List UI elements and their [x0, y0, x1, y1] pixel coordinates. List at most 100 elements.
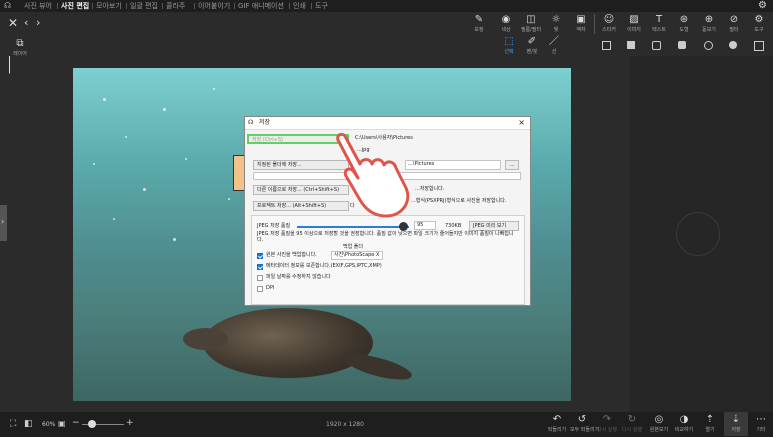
- close-icon[interactable]: ×: [518, 117, 525, 129]
- dial-icon[interactable]: [676, 212, 720, 256]
- tool-line[interactable]: ／ 선: [542, 34, 566, 58]
- tool-label: 필름/필터: [520, 27, 542, 33]
- chevron-left-icon[interactable]: ‹: [24, 16, 28, 29]
- tool-label: 빛: [553, 27, 559, 33]
- jpeg-quality-slider-thumb[interactable]: [399, 222, 408, 231]
- menu-item-batch[interactable]: 일괄 편집: [130, 1, 158, 11]
- zoom-slider-thumb[interactable]: [88, 420, 96, 428]
- tool-image[interactable]: ▨ 이미지: [622, 12, 646, 36]
- backup-checkbox[interactable]: [257, 253, 263, 259]
- tools-icon: ⚙: [754, 14, 764, 25]
- menu-item-collage[interactable]: 콜라주: [166, 1, 185, 11]
- jpeg-quality-label: JPEG 저장 품질: [257, 223, 291, 229]
- dpi-checkbox[interactable]: [257, 286, 263, 292]
- menu-item-combine[interactable]: 이어붙이기: [198, 1, 230, 11]
- tool-text[interactable]: T 텍스트: [647, 12, 671, 36]
- square-option-icon[interactable]: [754, 41, 764, 51]
- redo-button[interactable]: ↷ 다시 실행: [595, 412, 619, 436]
- tool-magnifier[interactable]: ⊕ 돋보기: [697, 12, 721, 36]
- redo-all-icon: ↻: [627, 414, 637, 425]
- tool-light[interactable]: ☼ 빛: [544, 12, 568, 36]
- menu-separator: [162, 3, 163, 9]
- tool-adjust[interactable]: ✎ 보정: [467, 12, 491, 36]
- image-size: 1920 x 1280: [326, 421, 364, 428]
- square-outline-icon[interactable]: [602, 41, 611, 50]
- backup-folder-select[interactable]: 사진\PhotoScape X: [331, 251, 383, 260]
- open-button[interactable]: ⇡ 열기: [698, 412, 722, 436]
- square-filled-icon[interactable]: [627, 41, 635, 49]
- tool-pen[interactable]: ✐ 펜/붓: [520, 34, 544, 58]
- rounded-square-outline-icon[interactable]: [652, 41, 661, 50]
- dpi-option-label: DPI: [266, 285, 275, 291]
- circle-filled-icon[interactable]: [729, 41, 737, 49]
- bubble: [228, 198, 230, 200]
- status-bar: ⛶ ◧ 60% ▣ − + 1920 x 1280 ↶ 되돌리기 ↺ 모두 되돌리기…: [0, 412, 773, 437]
- tool-label: 색상: [501, 27, 511, 33]
- action-label: 열기: [705, 427, 715, 433]
- tool-label: 보정: [474, 27, 484, 33]
- tool-label: 도형: [679, 27, 689, 33]
- jpeg-quality-input[interactable]: 95: [414, 221, 436, 230]
- circle-outline-icon[interactable]: [704, 41, 713, 50]
- line-icon: ／: [549, 36, 559, 47]
- dialog-title: 저장: [259, 119, 271, 126]
- redo-all-button[interactable]: ↻ 다시 실행: [620, 412, 644, 436]
- menu-item-editor[interactable]: 사진 편집: [61, 1, 89, 11]
- compare-button[interactable]: ◑ 비교하기: [672, 412, 696, 436]
- bubble: [125, 136, 127, 138]
- tool-film[interactable]: ◫ 필름/필터: [519, 12, 543, 36]
- menu-separator: [92, 3, 93, 9]
- tool-shape[interactable]: ⊛ 도형: [672, 12, 696, 36]
- left-panel-toggle[interactable]: ›: [0, 205, 7, 241]
- zoom-out-icon[interactable]: −: [72, 418, 80, 428]
- tool-frame[interactable]: ▣ 액자: [569, 12, 593, 36]
- sticker-icon: ☺: [603, 14, 615, 25]
- menu-item-viewer[interactable]: 사진 뷰어: [24, 1, 52, 11]
- menu-separator: [126, 3, 127, 9]
- keep-date-checkbox[interactable]: [257, 275, 263, 281]
- app-logo-icon: ☊: [248, 119, 254, 126]
- browse-folder-button[interactable]: ...: [505, 160, 519, 170]
- more-button[interactable]: ⋯ 기타: [749, 412, 773, 436]
- split-view-icon[interactable]: ◧: [24, 419, 33, 429]
- compare-icon: ◑: [679, 414, 689, 425]
- zoom-level[interactable]: 60%: [42, 421, 55, 428]
- bubble: [173, 238, 176, 241]
- close-icon[interactable]: ✕: [8, 16, 18, 30]
- bubble: [213, 88, 215, 90]
- zoom-in-icon[interactable]: +: [126, 418, 134, 428]
- save-action-button[interactable]: ⇣ 저장: [724, 412, 748, 436]
- save-icon: ⇣: [731, 414, 741, 425]
- jpeg-quality-slider[interactable]: [297, 226, 409, 228]
- backup-folder-label: 백업 폴더: [343, 244, 363, 250]
- menu-separator: [234, 3, 235, 9]
- sub-toolbar: ⧉ 레이어 ⬚ 선택 ✐ 펜/붓 ／ 선: [0, 34, 773, 58]
- bubble: [113, 218, 115, 220]
- color-icon: ◉: [501, 14, 511, 25]
- undo-button[interactable]: ↶ 되돌리기: [545, 412, 569, 436]
- undo-all-button[interactable]: ↺ 모두 되돌리기: [570, 412, 599, 436]
- metadata-checkbox[interactable]: [257, 264, 263, 270]
- fit-icon[interactable]: ⛶: [10, 419, 16, 429]
- frame-icon: ▣: [576, 14, 586, 25]
- menu-item-cut-out[interactable]: 모아보기: [96, 1, 122, 11]
- chevron-right-icon[interactable]: ›: [36, 16, 40, 29]
- tool-label: 선: [551, 49, 557, 55]
- menu-item-print[interactable]: 인쇄: [293, 1, 306, 11]
- sun-icon: ☼: [551, 14, 561, 25]
- shape-icon: ⊛: [679, 14, 689, 25]
- tool-label: 펜/붓: [526, 49, 538, 55]
- tool-color[interactable]: ◉ 색상: [494, 12, 518, 36]
- zoom-fit-icon[interactable]: ▣: [58, 419, 66, 428]
- tool-sticker[interactable]: ☺ 스티커: [597, 12, 621, 36]
- original-button[interactable]: ◎ 원본보기: [647, 412, 671, 436]
- tool-filter[interactable]: ⊘ 필터: [722, 12, 746, 36]
- action-label: 다시 실행: [622, 427, 642, 433]
- rounded-square-filled-icon[interactable]: [678, 41, 686, 49]
- tool-tools[interactable]: ⚙ 도구: [747, 12, 771, 36]
- menu-item-tools[interactable]: 도구: [315, 1, 328, 11]
- tool-select[interactable]: ⬚ 선택: [497, 34, 521, 58]
- settings-gear-icon[interactable]: ⚙: [758, 0, 767, 11]
- menu-item-gif[interactable]: GIF 애니메이션: [238, 1, 284, 11]
- jpeg-preview-button[interactable]: JPEG 미리 보기: [469, 221, 519, 231]
